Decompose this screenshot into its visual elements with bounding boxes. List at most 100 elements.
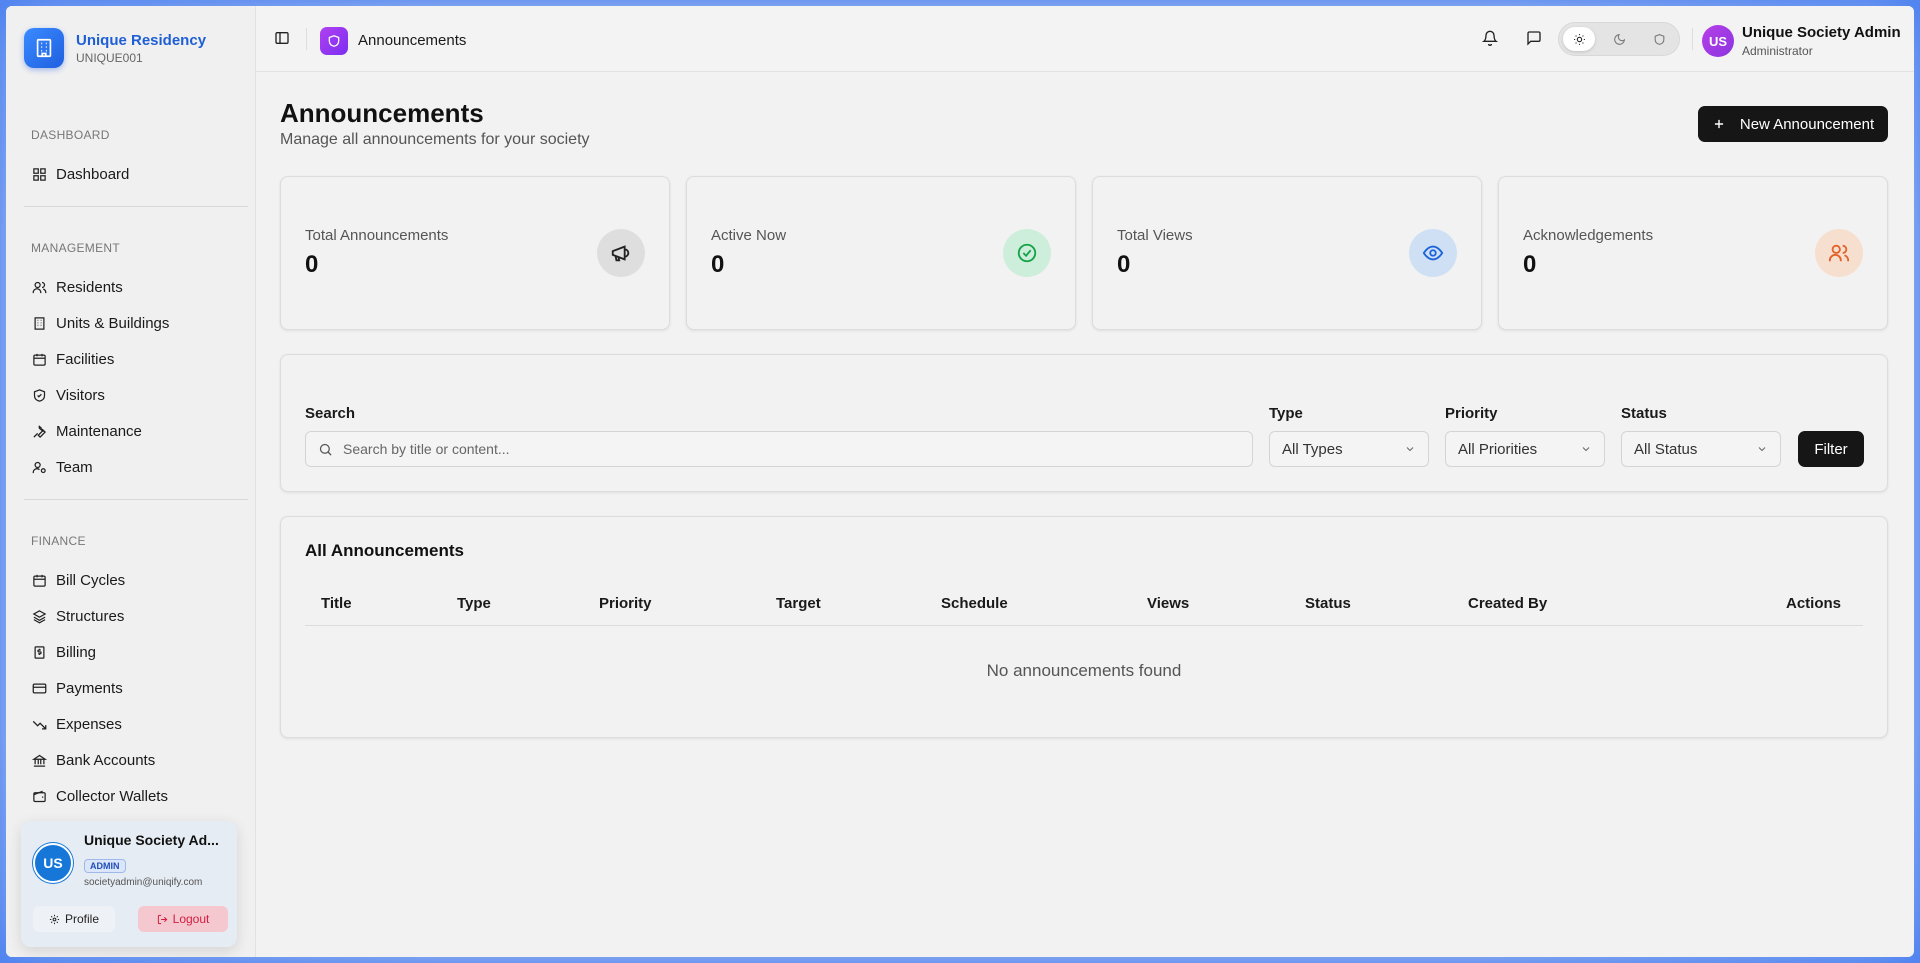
stat-card-acknowledgements: Acknowledgements 0: [1498, 176, 1888, 330]
column-header-target[interactable]: Target: [776, 595, 821, 612]
header-user-name[interactable]: Unique Society Admin: [1742, 24, 1901, 41]
eye-icon: [1409, 229, 1457, 277]
sidebar-item-visitors[interactable]: Visitors: [32, 384, 105, 406]
stat-value: 0: [711, 251, 725, 278]
new-announcement-button[interactable]: New Announcement: [1698, 106, 1888, 142]
header-divider: [1692, 28, 1693, 50]
filters-card: Search Search by title or content... Typ…: [280, 354, 1888, 492]
theme-switcher: [1558, 22, 1680, 56]
search-icon: [319, 443, 332, 456]
sidebar-item-label: Payments: [56, 679, 123, 697]
column-header-type[interactable]: Type: [457, 595, 491, 612]
status-select[interactable]: All Status: [1621, 431, 1781, 467]
table-title: All Announcements: [305, 541, 464, 560]
sidebar-item-label: Facilities: [56, 350, 115, 368]
sidebar-item-dashboard[interactable]: Dashboard: [32, 163, 129, 185]
sidebar-item-units-buildings[interactable]: Units & Buildings: [32, 312, 169, 334]
profile-button[interactable]: Profile: [33, 906, 115, 932]
sidebar-item-facilities[interactable]: Facilities: [32, 348, 114, 370]
building-logo-icon: [24, 28, 64, 68]
type-select[interactable]: All Types: [1269, 431, 1429, 467]
header-user-role: Administrator: [1742, 44, 1813, 58]
column-header-created-by[interactable]: Created By: [1468, 595, 1547, 612]
section-management: MANAGEMENT: [31, 241, 121, 255]
stat-card-total-announcements: Total Announcements 0: [280, 176, 670, 330]
sidebar-item-label: Structures: [56, 607, 125, 625]
filter-button[interactable]: Filter: [1798, 431, 1864, 467]
sidebar-divider: [24, 499, 248, 500]
sidebar-item-collector-wallets[interactable]: Collector Wallets: [32, 785, 168, 807]
sidebar-item-maintenance[interactable]: Maintenance: [32, 420, 142, 442]
system-theme-button[interactable]: [1643, 27, 1675, 51]
users-icon: [1815, 229, 1863, 277]
priority-select[interactable]: All Priorities: [1445, 431, 1605, 467]
app-window: Unique Residency UNIQUE001 DASHBOARD Das…: [6, 6, 1914, 957]
sidebar-item-label: Collector Wallets: [56, 787, 168, 805]
wrench-icon: [33, 424, 46, 438]
avatar[interactable]: US: [33, 843, 73, 883]
sidebar-item-bill-cycles[interactable]: Bill Cycles: [32, 569, 125, 591]
sidebar-item-label: Billing: [56, 643, 97, 661]
notifications-button[interactable]: [1481, 30, 1499, 51]
chevron-down-icon: [1582, 447, 1590, 452]
page-title: Announcements: [280, 98, 484, 128]
sidebar-item-payments[interactable]: Payments: [32, 677, 123, 699]
column-header-status[interactable]: Status: [1305, 595, 1351, 612]
dark-theme-button[interactable]: [1603, 27, 1635, 51]
column-header-title[interactable]: Title: [321, 595, 352, 612]
stat-value: 0: [1117, 251, 1131, 278]
sidebar-item-team[interactable]: Team: [32, 456, 93, 478]
stat-label: Total Views: [1117, 227, 1193, 244]
user-email: societyadmin@uniqify.com: [84, 877, 203, 888]
bank-icon: [32, 754, 47, 767]
sidebar-item-label: Visitors: [56, 386, 105, 404]
user-card: US Unique Society Ad... ADMIN societyadm…: [21, 821, 237, 947]
logout-button[interactable]: Logout: [138, 906, 228, 932]
brand[interactable]: Unique Residency UNIQUE001: [24, 28, 206, 68]
sidebar-item-expenses[interactable]: Expenses: [32, 713, 122, 735]
receipt-icon: [34, 645, 45, 659]
column-header-views[interactable]: Views: [1147, 595, 1189, 612]
sidebar-divider: [24, 206, 248, 207]
sidebar-item-label: Team: [56, 458, 93, 476]
sidebar-item-bank-accounts[interactable]: Bank Accounts: [32, 749, 155, 771]
header-avatar[interactable]: US: [1702, 25, 1734, 57]
role-badge: ADMIN: [84, 859, 126, 873]
announcements-table-card: All Announcements Title Type Priority Ta…: [280, 516, 1888, 738]
stat-value: 0: [1523, 251, 1537, 278]
top-bar: Announcements US Unique Society Admin Ad…: [256, 6, 1914, 72]
calendar-icon: [33, 574, 46, 587]
search-label: Search: [305, 405, 356, 422]
page-shield-icon: [320, 27, 348, 55]
layers-icon: [32, 609, 47, 623]
sidebar-toggle-button[interactable]: [274, 30, 290, 51]
status-label: Status: [1621, 405, 1667, 422]
search-input[interactable]: Search by title or content...: [305, 431, 1253, 467]
page-subtitle: Manage all announcements for your societ…: [280, 131, 590, 148]
stat-label: Active Now: [711, 227, 787, 244]
breadcrumb: Announcements: [358, 32, 467, 49]
user-name: Unique Society Ad...: [84, 832, 219, 848]
stat-label: Acknowledgements: [1523, 227, 1654, 244]
light-theme-button[interactable]: [1563, 27, 1595, 51]
sidebar-item-billing[interactable]: Billing: [32, 641, 96, 663]
stat-card-active-now: Active Now 0: [686, 176, 1076, 330]
section-finance: FINANCE: [31, 534, 86, 548]
column-header-schedule[interactable]: Schedule: [941, 595, 1008, 612]
type-label: Type: [1269, 405, 1303, 422]
messages-button[interactable]: [1526, 30, 1542, 51]
header-divider: [306, 28, 307, 50]
column-header-priority[interactable]: Priority: [599, 595, 652, 612]
sidebar-item-label: Residents: [56, 278, 123, 296]
sidebar-item-structures[interactable]: Structures: [32, 605, 124, 627]
calendar-icon: [33, 353, 46, 366]
section-dashboard: DASHBOARD: [31, 128, 110, 142]
sidebar-toggle-icon: [275, 32, 289, 44]
building-icon: [34, 316, 45, 330]
gear-icon: [49, 914, 60, 924]
sidebar-item-residents[interactable]: Residents: [32, 276, 123, 298]
sidebar-item-label: Expenses: [56, 715, 122, 733]
sidebar-item-label: Units & Buildings: [56, 314, 170, 332]
wallet-icon: [33, 790, 46, 802]
sidebar: Unique Residency UNIQUE001 DASHBOARD Das…: [6, 6, 256, 957]
